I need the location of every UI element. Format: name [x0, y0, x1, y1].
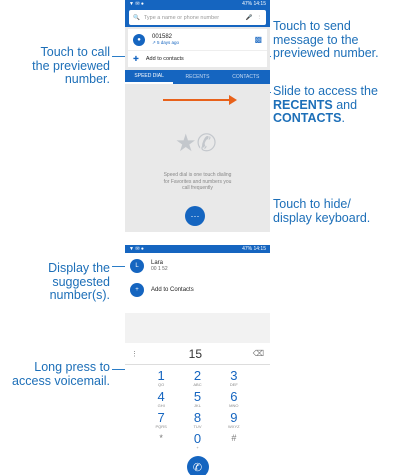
tab-contacts[interactable]: CONTACTS	[222, 74, 270, 80]
notification-icons: ▼ ✉ ●	[129, 246, 144, 252]
key-6[interactable]: 6 MNO	[216, 390, 252, 408]
avatar[interactable]: ●	[133, 33, 145, 46]
dialpad-icon: ⋯	[190, 210, 200, 221]
backspace-icon[interactable]: ⌫	[253, 349, 264, 358]
tab-speed-dial[interactable]: SPEED DIAL	[125, 70, 174, 84]
add-to-contacts-row[interactable]: + Add to Contacts	[125, 279, 270, 301]
status-bar: ▼ ✉ ● 47% 14:15	[125, 0, 270, 8]
status-bar: ▼ ✉ ● 47% 14:15	[125, 245, 270, 253]
search-bar: 🔍 Type a name or phone number 🎤 ⋮	[125, 8, 270, 27]
search-icon: 🔍	[133, 14, 140, 21]
swipe-arrow	[163, 99, 233, 101]
dialpad: 1 QO 2 ABC 3 DEF 4 GHI 5 JKL 6 MNO 7 PQRS 8 TUV …	[125, 365, 270, 452]
overflow-menu-icon[interactable]: ⋮	[131, 350, 138, 358]
key-5[interactable]: 5 JKL	[179, 390, 215, 408]
previewed-number-row[interactable]: ● 001582 ↗ 5 days ago ▩	[128, 29, 267, 50]
speed-dial-description: Speed dial is one touch dialing for Favo…	[163, 172, 232, 191]
callout-slide-access: Slide to access the RECENTS and CONTACTS…	[273, 84, 378, 125]
suggestions-list: L Lara 00 1 52 + Add to Contacts	[125, 253, 270, 313]
key-2[interactable]: 2 ABC	[179, 369, 215, 387]
dial-input[interactable]: 15	[138, 347, 253, 361]
key-9[interactable]: 9 WXYZ	[216, 411, 252, 429]
dial-input-row: ⋮ 15 ⌫	[125, 343, 270, 365]
phone-icon: ✆	[192, 461, 203, 474]
overflow-menu-icon[interactable]: ⋮	[257, 15, 263, 21]
key-1[interactable]: 1 QO	[143, 369, 179, 387]
dialer-tabs: SPEED DIAL RECENTS CONTACTS	[125, 70, 270, 84]
callout-send-message: Touch to send message to the previewed n…	[273, 19, 379, 60]
search-input[interactable]: 🔍 Type a name or phone number 🎤 ⋮	[129, 10, 266, 25]
key-7[interactable]: 7 PQRS	[143, 411, 179, 429]
phone-screen-dialer: ▼ ✉ ● 47% 14:15 🔍 Type a name or phone n…	[125, 0, 270, 232]
dialpad-toggle-button[interactable]: ⋯	[185, 206, 205, 226]
avatar: L	[130, 259, 144, 273]
add-contact-icon: ✚	[133, 56, 139, 63]
key-3[interactable]: 3 DEF	[216, 369, 252, 387]
speed-dial-illustration-icon: ★✆	[175, 130, 217, 157]
callout-hide-keyboard: Touch to hide/ display keyboard.	[273, 197, 371, 225]
callout-call-previewed: Touch to call the previewed number.	[32, 45, 110, 86]
message-icon[interactable]: ▩	[254, 35, 262, 44]
callout-long-press: Long press to access voicemail.	[12, 360, 110, 388]
key-0[interactable]: 0 +	[179, 432, 215, 450]
speed-dial-panel: ★✆ Speed dial is one touch dialing for F…	[125, 84, 270, 229]
swipe-arrow-head-icon	[229, 95, 237, 105]
callout-display-suggested: Display the suggested number(s).	[48, 261, 110, 302]
microphone-icon[interactable]: 🎤	[246, 15, 253, 21]
previewed-number-card: ● 001582 ↗ 5 days ago ▩ ✚ Add to contact…	[128, 29, 267, 67]
key-star[interactable]: *	[143, 432, 179, 450]
call-button[interactable]: ✆	[186, 456, 209, 475]
key-hash[interactable]: #	[216, 432, 252, 450]
suggested-contact-row[interactable]: L Lara 00 1 52	[125, 253, 270, 279]
call-button-area: ✆	[125, 452, 270, 475]
key-4[interactable]: 4 GHI	[143, 390, 179, 408]
phone-screen-dialpad: ▼ ✉ ● 47% 14:15 L Lara 00 1 52 + Add to …	[125, 245, 270, 475]
add-contact-icon: +	[130, 283, 144, 297]
tab-recents[interactable]: RECENTS	[173, 74, 221, 80]
notification-icons: ▼ ✉ ●	[129, 1, 144, 7]
key-8[interactable]: 8 TUV	[179, 411, 215, 429]
add-to-contacts-row[interactable]: ✚ Add to contacts	[128, 50, 267, 67]
